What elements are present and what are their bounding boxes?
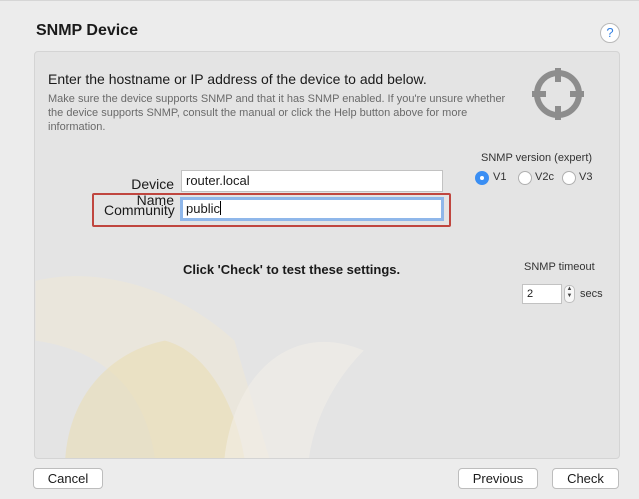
text-caret	[219, 201, 221, 215]
previous-button[interactable]: Previous	[458, 468, 538, 489]
check-instruction: Click 'Check' to test these settings.	[183, 262, 401, 277]
radio-v2c[interactable]	[518, 171, 532, 185]
check-button[interactable]: Check	[552, 468, 619, 489]
radio-v3-label: V3	[579, 171, 593, 183]
snmp-timeout-label: SNMP timeout	[524, 261, 595, 273]
radio-v1-label: V1	[493, 171, 507, 183]
snmp-version-label: SNMP version (expert)	[481, 152, 593, 164]
instruction-heading: Enter the hostname or IP address of the …	[48, 71, 427, 87]
crosshair-icon	[532, 68, 584, 120]
cancel-button[interactable]: Cancel	[33, 468, 103, 489]
instruction-description: Make sure the device supports SNMP and t…	[48, 93, 506, 133]
help-icon[interactable]: ?	[600, 23, 620, 43]
device-name-value: router.local	[186, 173, 250, 188]
radio-v1[interactable]	[475, 171, 489, 185]
radio-v2c-label: V2c	[535, 171, 554, 183]
timeout-unit: secs	[580, 288, 603, 300]
timeout-input[interactable]: 2	[522, 284, 562, 304]
top-divider	[0, 0, 639, 1]
device-name-input[interactable]: router.local	[181, 170, 443, 192]
community-label: Community	[104, 202, 175, 218]
radio-v3[interactable]	[562, 171, 576, 185]
community-value: public	[186, 201, 220, 216]
timeout-value: 2	[527, 288, 534, 300]
page-title: SNMP Device	[36, 22, 138, 39]
stepper-icon[interactable]: ▲ ▼	[564, 285, 575, 303]
community-input[interactable]: public	[180, 197, 444, 221]
